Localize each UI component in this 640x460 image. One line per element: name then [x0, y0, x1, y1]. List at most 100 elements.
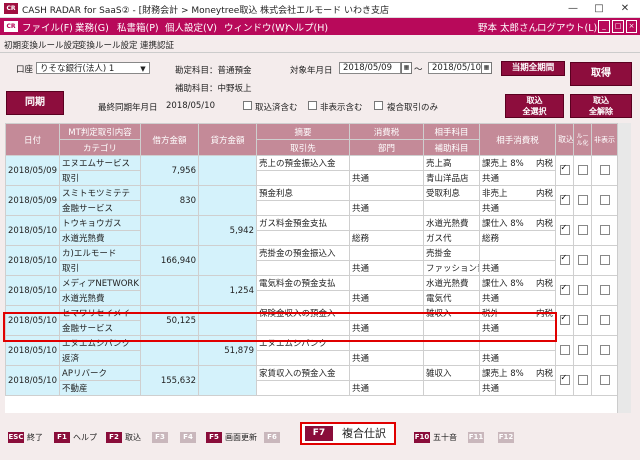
import-checkbox[interactable]: [559, 193, 570, 206]
cell-partner-name[interactable]: [256, 380, 350, 396]
cell-summary[interactable]: 売上の預金振込入金: [256, 155, 350, 171]
sync-button[interactable]: 同期: [6, 91, 64, 115]
menu-business[interactable]: 業務(G): [75, 20, 109, 34]
minimize-icon[interactable]: —: [560, 0, 586, 17]
close-icon[interactable]: ✕: [612, 0, 638, 17]
cell-tax[interactable]: [349, 245, 424, 261]
date-to-input[interactable]: 2018/05/10: [428, 62, 483, 74]
table-row[interactable]: 2018/05/10 APリバーク 155,632 家賃収入の預金入金 雑収入 課売上 8…: [5, 365, 618, 396]
cell-summary[interactable]: 家賃収入の預金入金: [256, 365, 350, 381]
hide-checkbox[interactable]: [599, 165, 610, 176]
cell-partner-account[interactable]: 売上高: [423, 155, 480, 171]
cell-partner-dept[interactable]: 共通: [479, 260, 556, 276]
multi-only-checkbox[interactable]: [374, 101, 383, 110]
cell-partner-dept[interactable]: 共通: [479, 290, 556, 306]
cell-partner-account[interactable]: 水道光熱費: [423, 275, 480, 291]
cell-partner-dept[interactable]: 共通: [479, 380, 556, 396]
cell-partner-name[interactable]: [256, 170, 350, 186]
include-hidden-checkbox[interactable]: [308, 101, 317, 110]
table-row[interactable]: 金融サービス 共通 共通: [6, 200, 618, 216]
cell-summary[interactable]: ガス料金預金支払: [256, 215, 350, 231]
all-period-button[interactable]: 当期全期間: [501, 61, 565, 76]
table-row[interactable]: 2018/05/09 エヌエムサービス 7,956 売上の預金振込入金 売上高 課売上 8…: [5, 155, 618, 186]
menu-help[interactable]: ヘルプ(H): [285, 20, 328, 34]
cell-dept[interactable]: 共通: [349, 380, 424, 396]
menu-personal-settings[interactable]: 個人設定(V): [165, 20, 217, 34]
menu-window[interactable]: ウィンドウ(W): [224, 20, 288, 34]
cell-dept[interactable]: 総務: [349, 230, 424, 246]
hide-checkbox[interactable]: [599, 225, 610, 236]
rule-checkbox[interactable]: [577, 255, 588, 266]
rule-checkbox[interactable]: [577, 375, 588, 386]
cell-partner-tax[interactable]: 課売上 8% 内税: [479, 155, 556, 171]
cell-partner-name[interactable]: [256, 290, 350, 306]
grid-scrollbar[interactable]: [617, 123, 631, 413]
cell-partner-tax[interactable]: 課売上 8% 内税: [479, 365, 556, 381]
fkey-f2-label[interactable]: 取込: [125, 432, 141, 443]
cell-partner-tax[interactable]: 課仕入 8% 内税: [479, 215, 556, 231]
hide-checkbox[interactable]: [599, 315, 610, 326]
rule-checkbox[interactable]: [577, 225, 588, 236]
window-restore-icon[interactable]: □: [612, 20, 624, 33]
cell-tax[interactable]: [349, 155, 424, 171]
fkey-f1-label[interactable]: ヘルプ: [73, 432, 97, 443]
tab-rule-settings[interactable]: 変換ルール設定: [78, 39, 138, 51]
cell-partner-account[interactable]: 売掛金: [423, 245, 480, 261]
cell-partner-account[interactable]: 受取利息: [423, 185, 480, 201]
hide-checkbox[interactable]: [599, 195, 610, 206]
rule-checkbox[interactable]: [577, 285, 588, 296]
cell-subaccount[interactable]: 青山洋品店: [423, 170, 480, 186]
cell-summary[interactable]: 預金利息: [256, 185, 350, 201]
rule-checkbox[interactable]: [577, 165, 588, 176]
table-row[interactable]: 2018/05/09 スミトモツミテテ 830 預金利息 受取利息 非売上 内税: [5, 185, 618, 216]
cell-subaccount[interactable]: [423, 380, 480, 396]
import-checkbox[interactable]: [559, 223, 570, 236]
rule-checkbox[interactable]: [577, 345, 588, 356]
rule-checkbox[interactable]: [577, 195, 588, 206]
cell-partner-tax[interactable]: 非売上 内税: [479, 185, 556, 201]
logout-link[interactable]: ログアウト(L): [537, 20, 597, 34]
cell-tax[interactable]: [349, 275, 424, 291]
deselect-all-button[interactable]: 取込 全解除: [570, 94, 632, 118]
fkey-f5-badge[interactable]: F5: [206, 432, 222, 443]
cell-partner-name[interactable]: [256, 260, 350, 276]
cell-partner-dept[interactable]: 共通: [479, 170, 556, 186]
cell-partner-name[interactable]: [256, 350, 350, 366]
cell-dept[interactable]: 共通: [349, 350, 424, 366]
hide-checkbox[interactable]: [599, 285, 610, 296]
fkey-f5-label[interactable]: 画面更新: [225, 432, 257, 443]
cell-dept[interactable]: 共通: [349, 170, 424, 186]
fetch-button[interactable]: 取得: [570, 62, 632, 86]
cell-summary[interactable]: 電気料金の預金支払: [256, 275, 350, 291]
table-row[interactable]: 不動産 共通 共通: [6, 380, 618, 396]
menu-mailbox[interactable]: 私書箱(P): [117, 20, 159, 34]
table-row[interactable]: 取引 共通 青山洋品店 共通: [6, 170, 618, 186]
cell-subaccount[interactable]: ガス代: [423, 230, 480, 246]
cell-tax[interactable]: [349, 215, 424, 231]
fkey-f1-badge[interactable]: F1: [54, 432, 70, 443]
cell-partner-name[interactable]: [256, 200, 350, 216]
tab-initial-rule[interactable]: 初期変換ルール設定: [4, 39, 81, 51]
fkey-f2-badge[interactable]: F2: [106, 432, 122, 443]
cell-partner-dept[interactable]: 総務: [479, 230, 556, 246]
window-minimize-icon[interactable]: _: [598, 20, 610, 33]
rule-checkbox[interactable]: [577, 315, 588, 326]
hide-checkbox[interactable]: [599, 345, 610, 356]
table-row[interactable]: 水道光熱費 総務 ガス代 総務: [6, 230, 618, 246]
calendar-icon[interactable]: ▦: [481, 62, 492, 74]
date-from-input[interactable]: 2018/05/09: [339, 62, 401, 74]
fkey-f10-label[interactable]: 五十音: [433, 432, 457, 443]
cell-partner-dept[interactable]: 共通: [479, 350, 556, 366]
hide-checkbox[interactable]: [599, 375, 610, 386]
cell-subaccount[interactable]: [423, 200, 480, 216]
fkey-esc-label[interactable]: 終了: [27, 432, 43, 443]
cell-subaccount[interactable]: [423, 350, 480, 366]
table-row[interactable]: 2018/05/10 メディアNETWORK 1,254 電気料金の預金支払 水道光熱費…: [5, 275, 618, 306]
cell-dept[interactable]: 共通: [349, 200, 424, 216]
cell-partner-account[interactable]: 水道光熱費: [423, 215, 480, 231]
cell-partner-tax[interactable]: 課仕入 8% 内税: [479, 275, 556, 291]
cell-subaccount[interactable]: 電気代: [423, 290, 480, 306]
include-imported-checkbox[interactable]: [243, 101, 252, 110]
cell-dept[interactable]: 共通: [349, 260, 424, 276]
import-checkbox[interactable]: [559, 345, 570, 356]
